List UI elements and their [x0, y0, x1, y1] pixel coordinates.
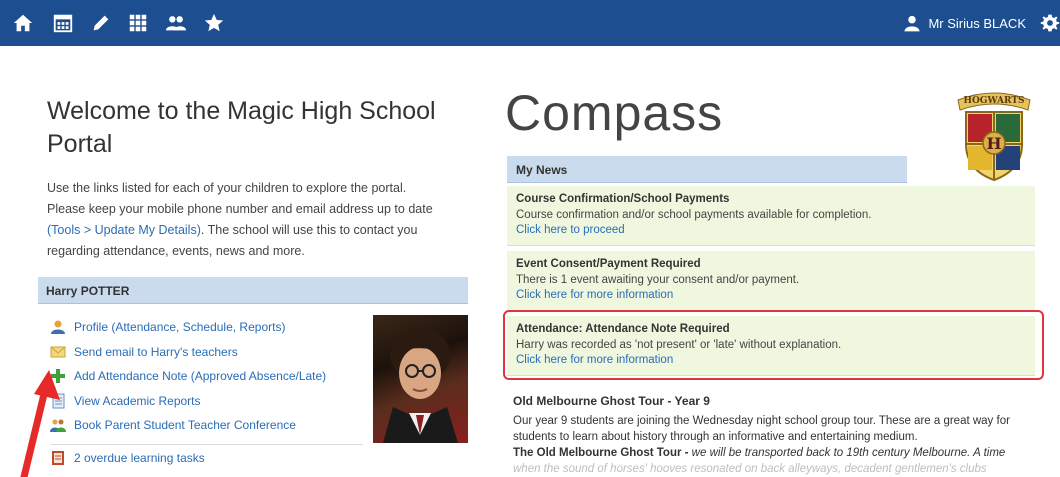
- pencil-icon[interactable]: [90, 12, 112, 34]
- school-crest-logo: H HOGWARTS: [952, 88, 1036, 182]
- news-item-link[interactable]: Click here to proceed: [516, 223, 1026, 239]
- child-links-list: Profile (Attendance, Schedule, Reports) …: [50, 315, 370, 438]
- child-name-header: Harry POTTER: [38, 277, 468, 304]
- welcome-line-3-text: . The school will use this to contact yo…: [200, 223, 418, 237]
- student-photo: [373, 315, 468, 443]
- my-news-header: My News: [507, 156, 907, 183]
- news-item-event-consent: Event Consent/Payment Required There is …: [507, 251, 1035, 311]
- overdue-tasks-link[interactable]: 2 overdue learning tasks: [50, 450, 205, 466]
- user-icon: [902, 13, 922, 33]
- overdue-tasks-label: 2 overdue learning tasks: [74, 451, 205, 465]
- welcome-line-1: Use the links listed for each of your ch…: [47, 181, 407, 195]
- welcome-line-4: regarding attendance, events, news and m…: [47, 244, 305, 258]
- email-teachers-label: Send email to Harry's teachers: [74, 344, 238, 359]
- news-item-course-confirmation: Course Confirmation/School Payments Cour…: [507, 186, 1035, 246]
- welcome-line-3: (Tools > Update My Details). The school …: [47, 220, 467, 241]
- add-attendance-note-label: Add Attendance Note (Approved Absence/La…: [74, 369, 327, 384]
- article-subheading-line: The Old Melbourne Ghost Tour - we will b…: [513, 445, 1033, 461]
- book-conference-link[interactable]: Book Parent Student Teacher Conference: [50, 413, 370, 438]
- welcome-line-2: Please keep your mobile phone number and…: [47, 202, 433, 216]
- add-attendance-note-link[interactable]: Add Attendance Note (Approved Absence/La…: [50, 364, 370, 389]
- article-paragraph: Our year 9 students are joining the Wedn…: [513, 415, 1010, 443]
- gear-icon[interactable]: [1040, 13, 1060, 33]
- book-conference-label: Book Parent Student Teacher Conference: [74, 418, 296, 433]
- grid-icon[interactable]: [127, 12, 149, 34]
- people-icon[interactable]: [165, 12, 187, 34]
- child-links-divider: [50, 444, 363, 445]
- article-subheading: The Old Melbourne Ghost Tour -: [513, 447, 692, 459]
- red-annotation-arrow: [12, 368, 62, 477]
- academic-reports-link[interactable]: View Academic Reports: [50, 389, 370, 414]
- welcome-text: Use the links listed for each of your ch…: [47, 178, 467, 262]
- email-icon: [50, 344, 66, 360]
- academic-reports-label: View Academic Reports: [74, 393, 201, 408]
- home-icon[interactable]: [12, 12, 34, 34]
- calendar-icon[interactable]: [52, 12, 74, 34]
- news-item-link[interactable]: Click here for more information: [516, 288, 1026, 304]
- article-title: Old Melbourne Ghost Tour - Year 9: [513, 394, 710, 408]
- welcome-title: Welcome to the Magic High School Portal: [47, 97, 436, 158]
- article-subheading-text: we will be transported back to 19th cent…: [691, 447, 1006, 459]
- user-name[interactable]: Mr Sirius BLACK: [928, 16, 1026, 31]
- top-navigation-bar: Mr Sirius BLACK: [0, 0, 1060, 46]
- news-item-body: There is 1 event awaiting your consent a…: [516, 273, 800, 286]
- compass-title: Compass: [505, 85, 724, 141]
- news-article: Old Melbourne Ghost Tour - Year 9 Our ye…: [513, 393, 1033, 477]
- attendance-highlight-box: [503, 310, 1044, 380]
- update-details-link[interactable]: (Tools > Update My Details): [47, 223, 201, 237]
- email-teachers-link[interactable]: Send email to Harry's teachers: [50, 340, 370, 365]
- news-item-title: Course Confirmation/School Payments: [516, 193, 730, 205]
- news-item-title: Event Consent/Payment Required: [516, 258, 701, 270]
- profile-link[interactable]: Profile (Attendance, Schedule, Reports): [50, 315, 370, 340]
- user-menu[interactable]: Mr Sirius BLACK: [902, 0, 1060, 46]
- crest-letter: H: [986, 134, 1001, 153]
- star-icon[interactable]: [203, 12, 225, 34]
- profile-icon: [50, 319, 66, 335]
- crest-text: HOGWARTS: [963, 96, 1024, 106]
- article-faded-text: when the sound of horses' hooves resonat…: [513, 463, 987, 475]
- news-item-body: Course confirmation and/or school paymen…: [516, 208, 872, 221]
- profile-link-label: Profile (Attendance, Schedule, Reports): [74, 320, 286, 335]
